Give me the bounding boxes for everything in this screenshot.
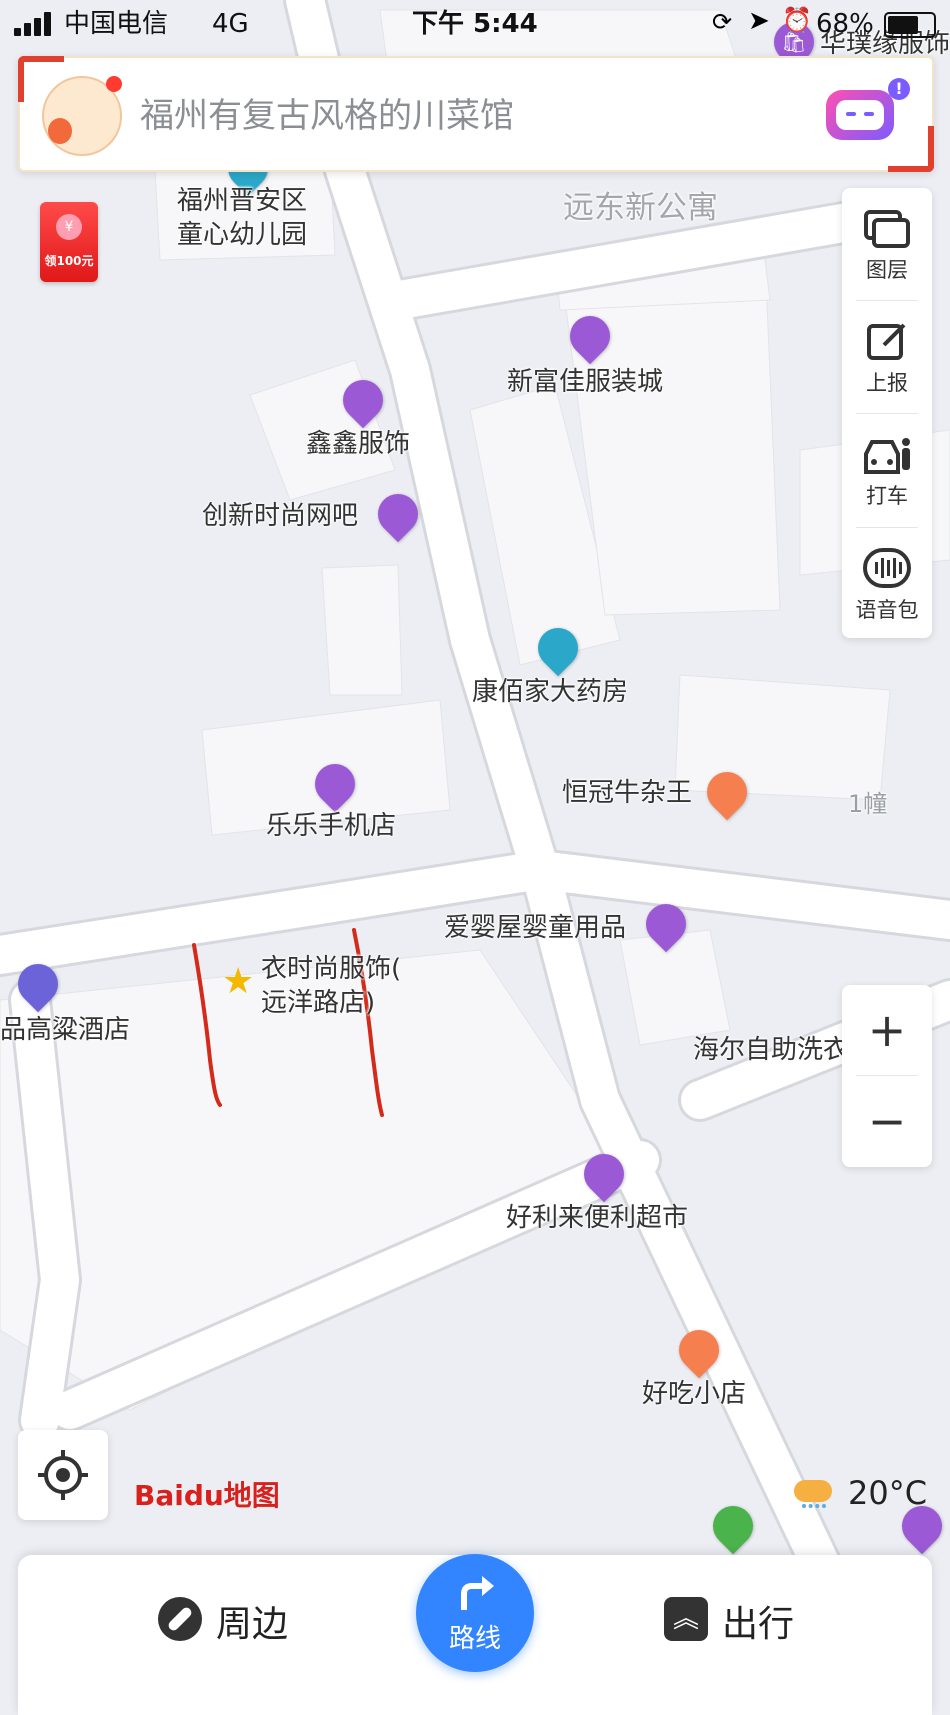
notification-dot [106,76,122,92]
alarm-icon: ⏰ [782,6,812,34]
poi-kindergarten[interactable]: 福州晋安区 童心幼儿园 [177,184,307,252]
poi-aiying[interactable]: 爱婴屋婴童用品 [444,912,626,944]
clock: 下午 5:44 [412,9,538,39]
network-type: 4G [212,9,249,39]
layers-label: 图层 [866,258,908,282]
favorite-star-icon[interactable]: ★ [222,964,254,1000]
map-canvas[interactable] [0,0,950,1689]
poi-phone-shop[interactable]: 乐乐手机店 [266,810,396,842]
compass-icon [158,1597,202,1641]
report-label: 上报 [866,371,908,395]
travel-label: 出行 [722,1604,795,1645]
area-label-building: 1幢 [848,790,888,818]
poi-xinxin[interactable]: 鑫鑫服饰 [306,428,410,460]
poi-haochi[interactable]: 好吃小店 [642,1378,746,1410]
carrier-name: 中国电信 [64,9,169,39]
orientation-lock-icon: ⟳ [712,8,733,36]
poi-yishishang[interactable]: 衣时尚服饰( 远洋路店) [261,952,401,1020]
red-packet-button[interactable]: ¥ 领100元 [40,202,98,282]
coin-icon: ¥ [56,214,82,240]
poi-xinfujia[interactable]: 新富佳服装城 [507,366,663,398]
report-button[interactable]: 上报 [842,301,932,413]
crosshair-icon [38,1450,88,1500]
search-input[interactable]: 福州有复古风格的川菜馆 [140,88,514,137]
lantern-icon [48,118,72,144]
taxi-icon [864,438,910,474]
zoom-in-button[interactable]: + [842,985,932,1075]
taxi-label: 打车 [866,484,908,508]
status-bar: 中国电信 4G 下午 5:44 ⟳ ➤ ⏰ 68% [0,0,950,48]
nearby-label: 周边 [216,1604,289,1645]
voice-pack-icon [863,548,911,588]
zoom-out-button[interactable]: − [842,1076,932,1166]
temperature: 20°C [848,1474,928,1512]
poi-haier-laundry[interactable]: 海尔自助洗衣 [693,1034,849,1066]
corner-decoration [18,56,64,102]
area-label-yuandong: 远东新公寓 [563,190,718,226]
layers-button[interactable]: 图层 [842,188,932,300]
layers-icon [864,210,910,248]
poi-haolilai[interactable]: 好利来便利超市 [506,1202,688,1234]
route-button[interactable]: 路线 [416,1554,534,1672]
corner-decoration [888,126,934,172]
voice-pack-button[interactable]: 语音包 [842,528,932,640]
location-arrow-icon: ➤ [748,6,770,36]
poi-hotel[interactable]: 品高粱酒店 [0,1014,130,1046]
poi-pharmacy[interactable]: 康佰家大药房 [472,676,628,708]
rain-drops [802,1504,826,1514]
locate-me-button[interactable] [18,1430,108,1520]
battery-icon [884,12,936,38]
logo-text: Baidu地图 [134,1479,280,1512]
poi-netcafe[interactable]: 创新时尚网吧 [202,500,358,532]
red-packet-label: 领100元 [44,254,94,268]
battery-percent: 68% [816,9,874,39]
weather-widget[interactable]: 20°C [790,1470,940,1520]
travel-icon: ︽ [664,1597,708,1641]
route-arrow-icon [461,1576,494,1610]
travel-button[interactable]: ︽ 出行 [664,1591,824,1647]
report-icon [867,323,906,360]
zoom-controls: + − [842,985,932,1167]
taxi-button[interactable]: 打车 [842,414,932,526]
assistant-icon[interactable] [826,90,894,140]
map-tools-panel: 图层 上报 打车 语音包 [842,188,932,638]
alert-badge-icon: ! [888,78,910,100]
signal-icon [14,12,51,36]
voice-pack-label: 语音包 [855,598,919,622]
poi-niuza[interactable]: 恒冠牛杂王 [562,777,692,809]
search-bar[interactable]: 福州有复古风格的川菜馆 ! [18,56,934,172]
nearby-button[interactable]: 周边 [158,1591,318,1647]
cloud-rain-icon [794,1480,832,1502]
baidu-map-logo: Baidu地图 [134,1474,280,1514]
route-label: 路线 [448,1624,501,1654]
